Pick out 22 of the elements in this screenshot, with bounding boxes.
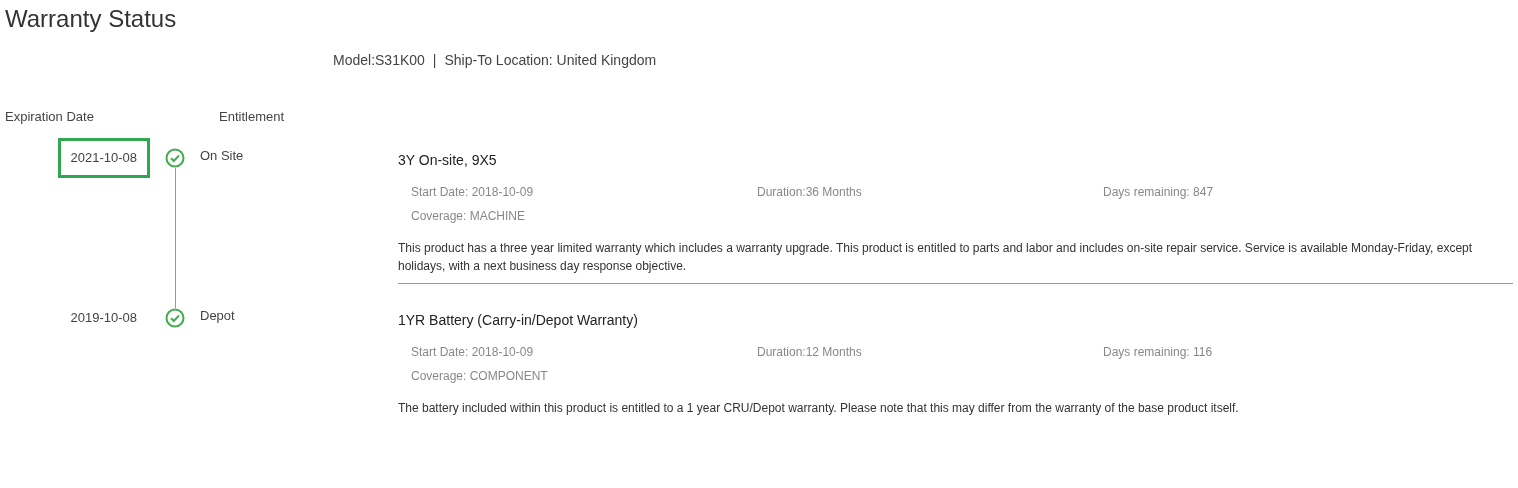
start-date: Start Date: 2018-10-09 xyxy=(411,345,535,359)
expiration-date: 2019-10-08 xyxy=(69,309,138,327)
ship-to-location: Ship-To Location: United Kingdom xyxy=(444,52,657,68)
entitlement-type: On Site xyxy=(200,148,244,163)
days-remaining: Days remaining: 116 xyxy=(1103,345,1214,359)
expiration-date: 2021-10-08 xyxy=(57,138,150,178)
coverage: Coverage: COMPONENT xyxy=(411,369,549,383)
duration: Duration:12 Months xyxy=(757,345,863,359)
column-header: Entitlement xyxy=(219,109,285,124)
service-name: 3Y On-site, 9X5 xyxy=(398,151,498,170)
duration: Duration:36 Months xyxy=(757,185,863,199)
days-remaining: Days remaining: 847 xyxy=(1103,185,1215,199)
entitlement-type: Depot xyxy=(200,308,235,323)
description: This product has a three year limited warranty which includes a warranty upgrade. This product is entitled to parts and labor and includes on-site repair service. Service is available Monday-Friday, except holidays, with a next business day response objective. xyxy=(398,240,1474,275)
column-header: Expiration Date xyxy=(5,109,95,124)
service-name: 1YR Battery (Carry-in/Depot Warranty) xyxy=(398,311,639,330)
coverage: Coverage: MACHINE xyxy=(411,209,527,223)
start-date: Start Date: 2018-10-09 xyxy=(411,185,535,199)
page-title: Warranty Status xyxy=(5,4,178,34)
description: The battery included within this product is entitled to a 1 year CRU/Depot warranty. Please note that this may differ from the warranty of the base product itself. xyxy=(398,400,1240,417)
separator: | xyxy=(432,52,437,68)
model-label: Model:S31K00 xyxy=(333,52,425,68)
